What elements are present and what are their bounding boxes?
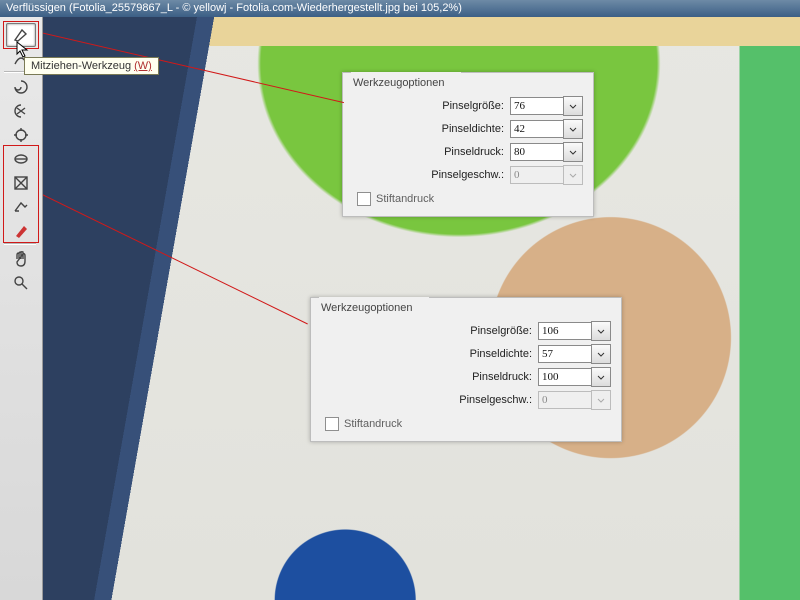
label-brush-density: Pinseldichte: [470, 348, 532, 360]
stepper-brush-rate [591, 390, 611, 410]
row-brush-density: Pinseldichte: [353, 118, 583, 140]
tool-mirror[interactable] [6, 171, 36, 195]
tool-turbulence[interactable] [6, 195, 36, 219]
tooltip-label: Mitziehen-Werkzeug [31, 60, 134, 72]
row-brush-pressure: Pinseldruck: [321, 366, 611, 388]
row-brush-density: Pinseldichte: [321, 343, 611, 365]
window-titlebar: Verflüssigen (Fotolia_25579867_L - © yel… [0, 0, 800, 17]
tool-strip [0, 17, 43, 600]
stepper-brush-size[interactable] [591, 321, 611, 341]
input-brush-density[interactable] [510, 120, 564, 138]
row-brush-size: Pinselgröße: [353, 95, 583, 117]
label-brush-density: Pinseldichte: [442, 123, 504, 135]
row-brush-pressure: Pinseldruck: [353, 141, 583, 163]
tool-options-panel-1: Werkzeugoptionen Pinselgröße: Pinseldich… [342, 72, 594, 217]
label-brush-size: Pinselgröße: [442, 100, 504, 112]
window-title: Verflüssigen (Fotolia_25579867_L - © yel… [6, 2, 462, 14]
tool-freeze-mask[interactable] [6, 219, 36, 243]
input-brush-pressure[interactable] [510, 143, 564, 161]
tool-forward-warp[interactable] [6, 23, 36, 47]
input-brush-rate [538, 391, 592, 409]
row-brush-rate: Pinselgeschw.: [321, 389, 611, 411]
checkbox-label: Stiftandruck [376, 193, 434, 205]
stepper-brush-pressure[interactable] [591, 367, 611, 387]
stepper-brush-pressure[interactable] [563, 142, 583, 162]
stepper-brush-density[interactable] [591, 344, 611, 364]
separator [4, 243, 36, 245]
stepper-brush-size[interactable] [563, 96, 583, 116]
label-brush-pressure: Pinseldruck: [472, 371, 532, 383]
checkbox-box [325, 417, 339, 431]
checkbox-stylus-pressure[interactable]: Stiftandruck [357, 192, 583, 206]
stepper-brush-density[interactable] [563, 119, 583, 139]
checkbox-label: Stiftandruck [344, 418, 402, 430]
tool-bloat[interactable] [6, 123, 36, 147]
checkbox-stylus-pressure[interactable]: Stiftandruck [325, 417, 611, 431]
row-brush-size: Pinselgröße: [321, 320, 611, 342]
tool-zoom[interactable] [6, 271, 36, 295]
panel-legend: Werkzeugoptionen [353, 77, 583, 89]
tool-push-left[interactable] [6, 147, 36, 171]
label-brush-rate: Pinselgeschw.: [431, 169, 504, 181]
label-brush-size: Pinselgröße: [470, 325, 532, 337]
input-brush-size[interactable] [510, 97, 564, 115]
stepper-brush-rate [563, 165, 583, 185]
tool-twirl[interactable] [6, 75, 36, 99]
checkbox-box [357, 192, 371, 206]
tool-hand[interactable] [6, 247, 36, 271]
tool-options-panel-2: Werkzeugoptionen Pinselgröße: Pinseldich… [310, 297, 622, 442]
tool-pucker[interactable] [6, 99, 36, 123]
row-brush-rate: Pinselgeschw.: [353, 164, 583, 186]
input-brush-size[interactable] [538, 322, 592, 340]
panel-legend: Werkzeugoptionen [321, 302, 611, 314]
tooltip-hotkey: (W) [134, 60, 152, 72]
tool-tooltip: Mitziehen-Werkzeug (W) [24, 57, 159, 75]
label-brush-pressure: Pinseldruck: [444, 146, 504, 158]
work-area: Werkzeugoptionen Pinselgröße: Pinseldich… [0, 17, 800, 600]
input-brush-density[interactable] [538, 345, 592, 363]
label-brush-rate: Pinselgeschw.: [459, 394, 532, 406]
input-brush-rate [510, 166, 564, 184]
image-canvas[interactable]: Werkzeugoptionen Pinselgröße: Pinseldich… [42, 17, 800, 600]
input-brush-pressure[interactable] [538, 368, 592, 386]
